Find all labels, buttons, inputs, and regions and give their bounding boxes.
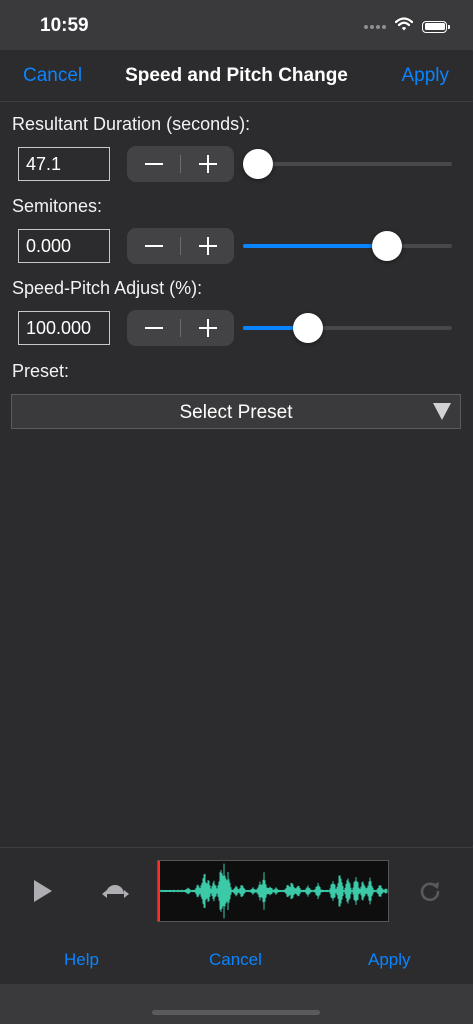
navigation-bar: Cancel Speed and Pitch Change Apply (0, 50, 473, 102)
duration-increment-button[interactable] (181, 146, 234, 182)
duration-slider[interactable] (243, 148, 452, 180)
speed-pitch-label: Speed-Pitch Adjust (%): (12, 278, 203, 298)
duration-slider-thumb[interactable] (243, 149, 273, 179)
playhead-marker[interactable] (158, 861, 160, 921)
semitones-stepper (127, 228, 234, 264)
scrub-icon[interactable] (102, 880, 130, 900)
home-indicator (152, 1010, 320, 1015)
semitones-slider-thumb[interactable] (371, 231, 402, 261)
nav-apply-button[interactable]: Apply (401, 65, 449, 87)
waveform-display[interactable] (157, 860, 389, 922)
battery-icon (422, 20, 450, 33)
minus-icon (144, 163, 163, 165)
duration-field[interactable] (18, 147, 110, 181)
plus-icon (198, 155, 217, 173)
preset-dropdown[interactable]: Select Preset (11, 394, 461, 429)
minus-icon (144, 245, 163, 247)
waveform-graph (159, 863, 388, 919)
wifi-icon (394, 17, 414, 36)
minus-icon (144, 327, 163, 329)
cancel-button[interactable]: Cancel (209, 950, 262, 970)
semitones-decrement-button[interactable] (127, 228, 180, 264)
semitones-label: Semitones: (12, 196, 103, 216)
semitones-slider-fill (243, 244, 387, 248)
dropdown-arrow-icon (433, 403, 451, 425)
preset-selected-value: Select Preset (179, 402, 293, 423)
preset-label: Preset: (12, 361, 70, 381)
home-indicator-area (0, 984, 473, 1024)
reset-icon[interactable] (418, 879, 442, 903)
status-icons (364, 17, 450, 36)
plus-icon (198, 237, 217, 255)
speed-pitch-increment-button[interactable] (181, 310, 234, 346)
duration-slider-track (243, 162, 452, 166)
plus-icon (198, 319, 217, 337)
speed-pitch-slider-thumb[interactable] (293, 313, 324, 343)
duration-label: Resultant Duration (seconds): (12, 114, 251, 134)
bottom-toolbar: Help Cancel Apply (0, 934, 473, 984)
status-time: 10:59 (40, 15, 89, 36)
speed-pitch-decrement-button[interactable] (127, 310, 180, 346)
player-panel (0, 847, 473, 935)
status-bar: 10:59 (0, 0, 473, 50)
help-button[interactable]: Help (64, 950, 99, 970)
semitones-slider[interactable] (243, 230, 452, 262)
signal-dots-icon (364, 24, 386, 29)
play-icon[interactable] (30, 878, 56, 904)
speed-pitch-stepper (127, 310, 234, 346)
speed-pitch-slider[interactable] (243, 312, 452, 344)
duration-stepper (127, 146, 234, 182)
semitones-field[interactable] (18, 229, 110, 263)
apply-button[interactable]: Apply (368, 950, 411, 970)
waveform-path (159, 863, 388, 919)
semitones-increment-button[interactable] (181, 228, 234, 264)
speed-pitch-field[interactable] (18, 311, 110, 345)
duration-decrement-button[interactable] (127, 146, 180, 182)
